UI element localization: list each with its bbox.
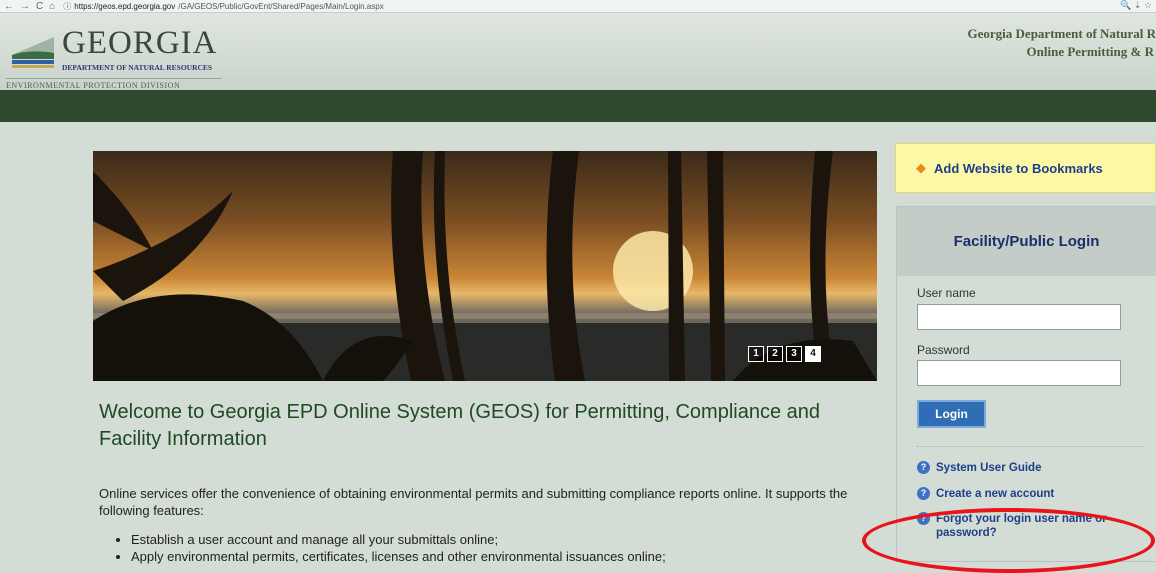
divider: [917, 446, 1143, 447]
create-account-link[interactable]: ? Create a new account: [917, 487, 1054, 501]
url-host: https://geos.epd.georgia.gov: [74, 1, 176, 11]
login-panel: Facility/Public Login User name Password…: [896, 206, 1156, 562]
address-bar[interactable]: ⓘ https://geos.epd.georgia.gov/GA/GEOS/P…: [63, 1, 383, 12]
department-line-1: Georgia Department of Natural R: [967, 26, 1156, 41]
url-path: /GA/GEOS/Public/GovEnt/Shared/Pages/Main…: [178, 1, 384, 11]
sidebar: ◆ Add Website to Bookmarks Facility/Publ…: [895, 143, 1156, 562]
bookmark-add-icon: ◆: [916, 160, 926, 175]
nav-bar: [0, 90, 1156, 122]
back-icon[interactable]: ←: [4, 1, 14, 12]
site-header: GEORGIA DEPARTMENT OF NATURAL RESOURCES …: [0, 13, 1156, 90]
bookmark-label: Add Website to Bookmarks: [934, 160, 1103, 176]
slide-1-button[interactable]: 1: [748, 346, 764, 362]
logo-division: ENVIRONMENTAL PROTECTION DIVISION: [6, 78, 222, 90]
browser-toolbar: ← → C ⌂ ⓘ https://geos.epd.georgia.gov/G…: [0, 0, 1156, 13]
intro-paragraph: Online services offer the convenience of…: [99, 486, 848, 518]
reload-icon[interactable]: C: [36, 1, 43, 12]
landscape-logo-icon: [12, 37, 54, 68]
forward-icon[interactable]: →: [20, 1, 30, 12]
help-icon: ?: [917, 487, 930, 500]
username-label: User name: [917, 286, 976, 300]
password-label: Password: [917, 343, 970, 357]
login-button[interactable]: Login: [917, 400, 986, 428]
help-icon: ?: [917, 461, 930, 474]
username-input[interactable]: [917, 304, 1121, 330]
feature-item: Establish a user account and manage all …: [131, 531, 891, 548]
slide-pager: 1 2 3 4: [748, 346, 821, 362]
logo-title: GEORGIA: [62, 25, 218, 61]
department-line-2: Online Permitting & R: [1026, 44, 1154, 59]
info-icon[interactable]: ⓘ: [63, 1, 71, 12]
slide-4-button[interactable]: 4: [805, 346, 821, 362]
help-icon: ?: [917, 512, 930, 525]
hero-slideshow: 1 2 3 4: [93, 151, 877, 381]
browser-right-icons[interactable]: 🔍 ⇣ ☆: [1120, 0, 1152, 11]
logo-subtitle: DEPARTMENT OF NATURAL RESOURCES: [62, 63, 213, 72]
features-list: Establish a user account and manage all …: [99, 531, 891, 565]
forgot-login-link[interactable]: ? Forgot your login user name or passwor…: [917, 512, 1117, 540]
feature-item: Apply environmental permits, certificate…: [131, 548, 891, 565]
add-bookmark-button[interactable]: ◆ Add Website to Bookmarks: [895, 143, 1156, 193]
login-title: Facility/Public Login: [897, 207, 1156, 276]
department-title: Georgia Department of Natural R Online P…: [968, 25, 1156, 61]
link-label: Create a new account: [936, 488, 1055, 500]
slide-3-button[interactable]: 3: [786, 346, 802, 362]
system-user-guide-link[interactable]: ? System User Guide: [917, 461, 1041, 475]
password-input[interactable]: [917, 360, 1121, 386]
link-label: System User Guide: [936, 462, 1042, 474]
link-label: Forgot your login user name or password?: [936, 513, 1107, 539]
home-icon[interactable]: ⌂: [49, 1, 55, 12]
welcome-heading: Welcome to Georgia EPD Online System (GE…: [99, 401, 821, 450]
slide-2-button[interactable]: 2: [767, 346, 783, 362]
